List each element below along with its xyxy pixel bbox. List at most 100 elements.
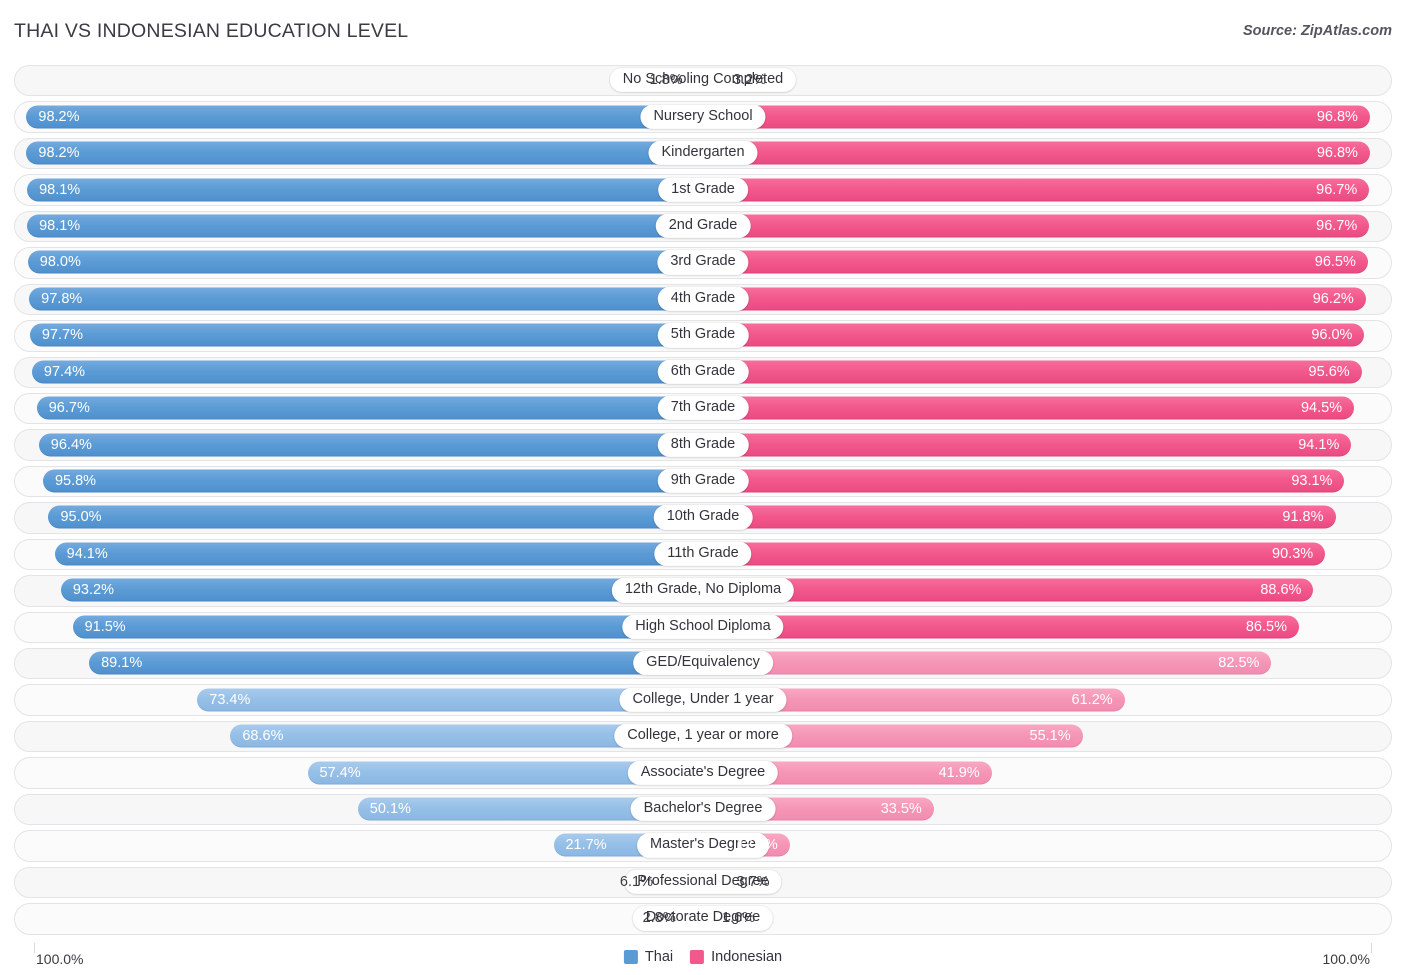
category-label: High School Diploma (622, 614, 784, 639)
value-label-indonesian: 96.7% (1316, 181, 1358, 198)
chart-row: 2.8% 1.6% Doctorate Degree (0, 900, 1406, 936)
value-label-indonesian: 12.6% (736, 837, 778, 854)
bar-indonesian (703, 250, 1368, 274)
legend-swatch-icon (690, 950, 705, 964)
value-label-indonesian: 3.7% (736, 873, 770, 890)
category-label: College, 1 year or more (614, 723, 792, 749)
axis-label-right: 100.0% (1322, 951, 1370, 967)
chart-row: 50.1% 33.5% Bachelor's Degree (0, 791, 1406, 827)
category-label: 1st Grade (658, 177, 748, 202)
value-label-indonesian: 96.8% (1316, 144, 1358, 161)
chart-row: 96.7% 94.5% 7th Grade (0, 390, 1406, 426)
value-label-indonesian: 93.1% (1291, 472, 1333, 489)
bar-indonesian (703, 542, 1326, 566)
value-label-thai: 97.8% (41, 290, 83, 307)
chart-rows: 1.8% 3.2% No Schooling Completed 98.2% 96.8%… (0, 62, 1406, 937)
category-label: 5th Grade (657, 323, 749, 348)
category-label: College, Under 1 year (619, 687, 787, 712)
value-label-indonesian: 88.6% (1260, 582, 1302, 599)
value-label-thai: 98.2% (38, 108, 80, 125)
legend-swatch-icon (623, 950, 638, 964)
bar-indonesian (703, 396, 1355, 420)
category-label: 9th Grade (657, 468, 749, 494)
bar-indonesian (703, 178, 1370, 202)
value-label-thai: 95.0% (60, 509, 102, 526)
chart-legend: Thai Indonesian (623, 949, 782, 965)
chart-row: 89.1% 82.5% GED/Equivalency (0, 645, 1406, 681)
legend-item[interactable]: Thai (623, 949, 674, 965)
bar-indonesian (703, 615, 1299, 639)
legend-label: Thai (644, 949, 674, 965)
category-label: 3rd Grade (657, 250, 749, 275)
value-label-indonesian: 94.1% (1298, 436, 1340, 453)
bar-indonesian (703, 105, 1370, 129)
axis-label-left: 100.0% (36, 951, 84, 967)
value-label-indonesian: 91.8% (1282, 509, 1324, 526)
chart-row: 94.1% 90.3% 11th Grade (0, 536, 1406, 572)
chart-row: 97.7% 96.0% 5th Grade (0, 317, 1406, 353)
value-label-thai: 95.8% (54, 472, 97, 489)
bar-indonesian (703, 323, 1365, 347)
bar-thai (72, 615, 703, 639)
bar-thai (29, 323, 703, 347)
legend-item[interactable]: Indonesian (690, 949, 782, 965)
value-label-indonesian: 33.5% (880, 800, 922, 817)
chart-row: 96.4% 94.1% 8th Grade (0, 426, 1406, 462)
chart-container: THAI VS INDONESIAN EDUCATION LEVEL Sourc… (0, 0, 1406, 975)
category-label: 10th Grade (653, 505, 753, 530)
category-label: Associate's Degree (627, 760, 779, 785)
bar-indonesian (703, 469, 1345, 493)
category-label: 6th Grade (657, 359, 749, 384)
value-label-thai: 93.2% (72, 582, 114, 599)
value-label-thai: 98.0% (39, 254, 81, 271)
bar-thai (27, 214, 703, 238)
value-label-thai: 2.8% (642, 910, 676, 927)
chart-row: 73.4% 61.2% College, Under 1 year (0, 681, 1406, 717)
value-label-thai: 50.1% (369, 800, 411, 817)
chart-row: 57.4% 41.9% Associate's Degree (0, 754, 1406, 790)
value-label-thai: 96.4% (50, 436, 92, 453)
chart-row: 93.2% 88.6% 12th Grade, No Diploma (0, 572, 1406, 608)
category-label: GED/Equivalency (633, 651, 773, 676)
page-title: THAI VS INDONESIAN EDUCATION LEVEL (14, 20, 409, 42)
legend-label: Indonesian (711, 949, 783, 965)
value-label-thai: 73.4% (209, 691, 251, 708)
bar-indonesian (703, 214, 1370, 238)
bar-indonesian (703, 287, 1366, 311)
value-label-thai: 21.7% (565, 837, 607, 854)
value-label-thai: 68.6% (242, 727, 284, 744)
bar-thai (27, 250, 703, 274)
value-label-thai: 98.1% (39, 181, 81, 198)
bar-indonesian (703, 141, 1370, 165)
value-label-indonesian: 96.2% (1312, 290, 1354, 307)
chart-header: THAI VS INDONESIAN EDUCATION LEVEL Sourc… (0, 0, 1406, 56)
chart-row: 95.8% 93.1% 9th Grade (0, 463, 1406, 499)
value-label-thai: 89.1% (101, 654, 143, 671)
bar-indonesian (703, 651, 1272, 675)
value-label-indonesian: 86.5% (1245, 618, 1287, 635)
value-label-indonesian: 94.5% (1300, 399, 1343, 416)
bar-thai (26, 105, 703, 129)
axis-tick-left (34, 943, 35, 953)
chart-row: 91.5% 86.5% High School Diploma (0, 609, 1406, 645)
chart-row: 98.1% 96.7% 1st Grade (0, 171, 1406, 207)
axis-tick-right (1371, 943, 1372, 953)
chart-row: 1.8% 3.2% No Schooling Completed (0, 62, 1406, 98)
bar-thai (38, 433, 703, 457)
bar-indonesian (703, 505, 1336, 529)
bar-thai (89, 651, 703, 675)
bar-indonesian (703, 433, 1352, 457)
category-label: 7th Grade (657, 396, 749, 421)
chart-row: 95.0% 91.8% 10th Grade (0, 499, 1406, 535)
bar-thai (54, 542, 703, 566)
value-label-indonesian: 41.9% (938, 764, 980, 781)
value-label-thai: 97.4% (43, 363, 86, 380)
chart-row: 97.4% 95.6% 6th Grade (0, 354, 1406, 390)
value-label-indonesian: 96.8% (1316, 108, 1358, 125)
value-label-thai: 98.1% (39, 217, 81, 234)
category-label: Kindergarten (648, 140, 758, 166)
category-label: 8th Grade (657, 432, 749, 457)
chart-row: 98.2% 96.8% Nursery School (0, 98, 1406, 134)
value-label-indonesian: 61.2% (1071, 691, 1113, 708)
chart-row: 68.6% 55.1% College, 1 year or more (0, 718, 1406, 754)
